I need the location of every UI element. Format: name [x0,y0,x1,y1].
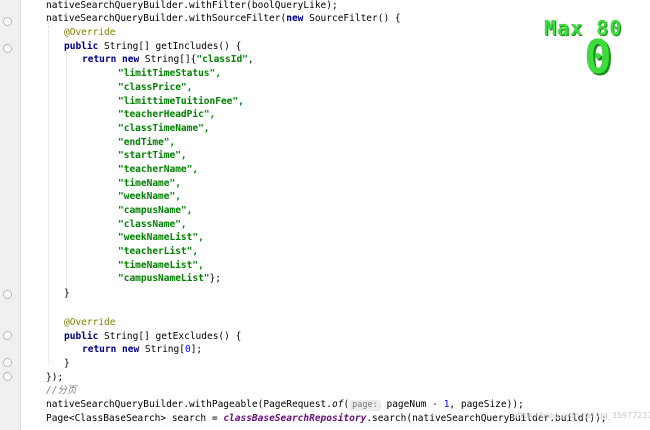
code-line: @Override [64,27,116,38]
code-line: "className", [118,219,187,230]
code-line: "endTime", [118,137,176,148]
code-line: public String[] getExcludes() { [64,331,242,342]
overlay-counter-value: 0 [584,30,612,84]
code-line: nativeSearchQueryBuilder.withSourceFilte… [46,13,401,24]
code-line: @Override [64,317,116,328]
code-line: } [64,358,70,369]
code-line: //分页 [46,385,77,396]
code-line: public String[] getIncludes() { [64,41,242,52]
code-line: nativeSearchQueryBuilder.withPageable(Pa… [46,399,524,411]
code-line: "weekNameList", [118,232,204,243]
code-line: "teacherName", [118,164,199,175]
code-line: "timeName", [118,178,181,189]
code-line: "limittimeTuitionFee", [118,96,244,107]
code-line: } [64,288,70,299]
code-line: "weekName", [118,191,181,202]
code-line: }); [46,372,64,383]
code-line: "teacherList", [118,246,199,257]
code-line: return new String[]{"classId", [82,54,254,65]
code-line: "limitTimeStatus", [118,68,221,79]
code-editor[interactable]: nativeSearchQueryBuilder.withFilter(bool… [0,0,650,430]
code-line: return new String[0]; [82,344,203,355]
code-line: "timeNameList", [118,260,204,271]
indent-guide [66,52,67,296]
watermark: https://blog.csdn.net/qq_35977237 [512,411,650,420]
code-line: "campusName", [118,205,193,216]
code-line: "classTimeName", [118,123,210,134]
indent-guide [48,26,49,364]
code-line: "teacherHeadPic", [118,109,216,120]
code-line: "classPrice", [118,82,193,93]
parameter-hint: page: [349,400,381,411]
code-line: "startTime", [118,150,187,161]
code-line: nativeSearchQueryBuilder.withFilter(bool… [46,0,338,11]
code-line: "campusNameList"}; [118,273,221,284]
